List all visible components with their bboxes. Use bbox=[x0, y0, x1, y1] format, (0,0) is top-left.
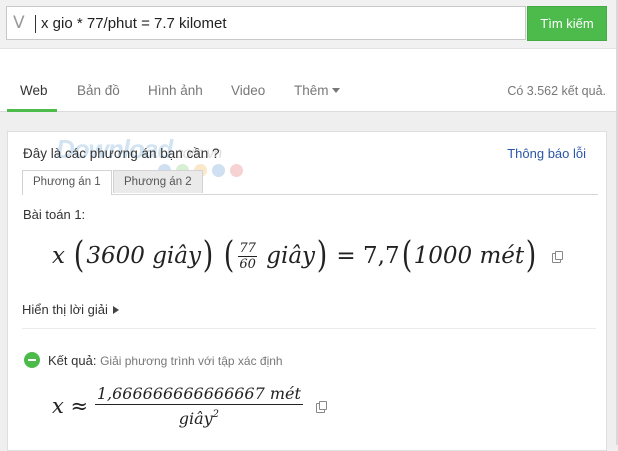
eq-term2: giây bbox=[266, 243, 316, 269]
result-equation: x ≈ 1,666666666666667 mét giây2 bbox=[52, 384, 327, 429]
eq-rhs-term: 1000 mét bbox=[413, 243, 525, 269]
show-solution-label: Hiển thị lời giải bbox=[22, 302, 108, 317]
paren-open-3: ( bbox=[401, 235, 412, 276]
eq-rhs-coef: 7,7 bbox=[363, 243, 400, 269]
report-error-link[interactable]: Thông báo lỗi bbox=[507, 146, 586, 161]
eq-term1: 3600 giây bbox=[86, 243, 201, 269]
eq-var: x bbox=[52, 243, 65, 269]
tab-more[interactable]: Thêm bbox=[294, 83, 340, 98]
result-label: Kết quả: bbox=[48, 353, 97, 368]
copy-icon[interactable] bbox=[551, 251, 563, 263]
result-denominator: giây bbox=[178, 408, 213, 428]
paren-close: ) bbox=[202, 235, 214, 276]
play-triangle-icon bbox=[112, 306, 119, 314]
problem-equation: x (3600 giây) (77 60 giây) = 7,7(1000 mét… bbox=[52, 235, 563, 288]
search-input[interactable] bbox=[41, 11, 511, 35]
text-cursor bbox=[35, 15, 36, 33]
tab-maps[interactable]: Bản đồ bbox=[77, 83, 120, 98]
eq-fraction: 77 60 bbox=[238, 241, 257, 272]
result-var: x bbox=[52, 394, 64, 419]
search-button[interactable]: Tìm kiếm bbox=[527, 6, 607, 41]
result-fraction: 1,666666666666667 mét giây2 bbox=[94, 384, 303, 429]
tab-option-2[interactable]: Phương án 2 bbox=[113, 170, 203, 193]
option-tabs: Phương án 1 Phương án 2 bbox=[22, 170, 598, 195]
dropdown-triangle-icon bbox=[331, 88, 340, 93]
paren-open: ( bbox=[74, 235, 85, 276]
question-heading: Đây là các phương án bạn cần ? bbox=[23, 146, 220, 161]
divider bbox=[22, 328, 596, 329]
eq-frac-num: 77 bbox=[238, 240, 257, 257]
tab-video[interactable]: Video bbox=[231, 83, 265, 98]
result-approx: ≈ bbox=[70, 394, 89, 419]
active-tab-indicator bbox=[7, 109, 57, 112]
eq-frac-den: 60 bbox=[239, 256, 256, 272]
result-exponent: 2 bbox=[212, 409, 220, 420]
copy-icon[interactable] bbox=[315, 401, 327, 414]
paren-close-3: ) bbox=[525, 235, 537, 276]
result-numerator: 1,666666666666667 mét bbox=[94, 384, 303, 405]
result-header: Kết quả: Giải phương trình với tập xác đ… bbox=[24, 352, 283, 368]
tab-web[interactable]: Web bbox=[20, 83, 48, 98]
tab-more-label: Thêm bbox=[294, 83, 329, 98]
tab-images[interactable]: Hình ảnh bbox=[148, 83, 203, 98]
search-box[interactable]: V bbox=[6, 6, 526, 40]
nav-bar: Web Bản đồ Hình ảnh Video Thêm Có 3.562 … bbox=[0, 48, 618, 112]
problem-title: Bài toán 1: bbox=[23, 207, 86, 222]
answer-card: Download.com.vn Đây là các phương án bạn… bbox=[7, 131, 607, 451]
result-denominator-wrap: giây2 bbox=[95, 405, 303, 429]
show-solution-toggle[interactable]: Hiển thị lời giải bbox=[22, 302, 119, 317]
logo-icon: V bbox=[13, 13, 25, 33]
paren-close-2: ) bbox=[316, 235, 328, 276]
tab-option-1[interactable]: Phương án 1 bbox=[22, 170, 112, 195]
result-count: Có 3.562 kết quả. bbox=[507, 84, 606, 98]
paren-open-2: ( bbox=[224, 235, 235, 276]
top-search-bar: V Tìm kiếm bbox=[0, 0, 618, 48]
eq-equals: = bbox=[336, 243, 356, 269]
result-subtitle: Giải phương trình với tập xác định bbox=[100, 354, 283, 368]
result-icon bbox=[24, 352, 40, 368]
